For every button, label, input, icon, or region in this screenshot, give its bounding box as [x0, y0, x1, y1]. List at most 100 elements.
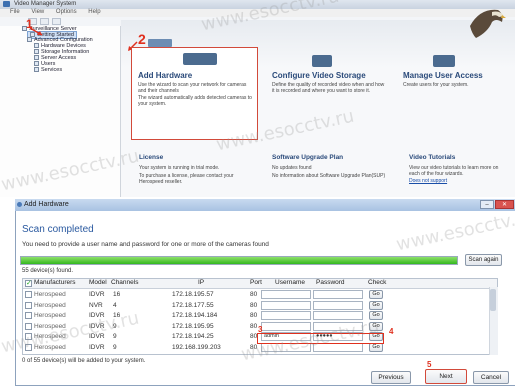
refresh-icon[interactable] [40, 18, 49, 25]
row-checkbox[interactable] [25, 333, 32, 340]
menu-file[interactable]: File [10, 9, 20, 15]
scrollbar-thumb[interactable] [490, 289, 496, 311]
username-input[interactable] [261, 290, 311, 299]
row-checkbox[interactable] [25, 343, 32, 351]
model-cell: IDVR [89, 343, 105, 351]
table-row[interactable]: Herospeed IDVR 9 192.168.199.203 80 Go [23, 342, 497, 353]
tutorials-line-1: View our video tutorials to learn more o… [409, 165, 499, 177]
cancel-button[interactable]: Cancel [473, 371, 509, 384]
menu-help[interactable]: Help [88, 9, 100, 15]
help-icon[interactable] [52, 18, 61, 25]
hardware-icon [34, 43, 39, 49]
column-header[interactable]: Check [368, 279, 386, 286]
column-header[interactable]: Password [316, 279, 345, 286]
upgrade-line-2: No information about Software Upgrade Pl… [272, 173, 386, 179]
column-header[interactable]: Port [250, 279, 262, 286]
manufacturer-cell: Herospeed [34, 312, 66, 319]
ip-cell: 172.18.195.57 [172, 291, 214, 298]
table-row[interactable]: Herospeed IDVR 16 172.18.194.184 80 Go [23, 311, 497, 321]
add-hardware-desc: Use the wizard to scan your network for … [138, 82, 247, 94]
username-input[interactable] [261, 300, 311, 310]
username-input[interactable] [261, 311, 311, 320]
go-button[interactable]: Go [369, 321, 383, 331]
users-group-icon [433, 55, 455, 67]
menu-options[interactable]: Options [56, 9, 77, 15]
port-cell: 80 [250, 322, 258, 330]
credentials-highlight [257, 333, 384, 344]
manufacturer-cell: Herospeed [34, 333, 66, 340]
license-line-2: To purchase a license, please contact yo… [139, 173, 234, 185]
next-button[interactable]: Next [425, 369, 467, 384]
upgrade-title: Software Upgrade Plan [272, 154, 344, 161]
dialog-title: Add Hardware [24, 201, 69, 208]
port-cell: 80 [250, 312, 258, 319]
menu-view[interactable]: View [31, 9, 44, 15]
column-header[interactable]: Channels [111, 279, 138, 286]
step-2-label: 2 [138, 31, 146, 47]
users-icon [34, 61, 39, 67]
devices-found-text: 55 device(s) found. [22, 268, 74, 274]
channels-cell: 9 [113, 333, 117, 340]
row-checkbox[interactable] [25, 301, 32, 309]
port-cell: 80 [250, 291, 258, 298]
ip-cell: 172.18.194.25 [172, 333, 214, 340]
select-all-checkbox[interactable]: ✓ [25, 280, 32, 287]
row-checkbox[interactable] [25, 312, 32, 319]
manage-users-desc: Create users for your system. [403, 82, 469, 88]
channels-cell: 16 [113, 312, 121, 319]
storage-servers-icon [312, 55, 332, 67]
manufacturer-cell: Herospeed [34, 301, 66, 309]
port-cell: 80 [250, 343, 258, 351]
password-input[interactable] [313, 321, 363, 331]
manage-users-title[interactable]: Manage User Access [403, 71, 483, 80]
access-icon [34, 55, 39, 61]
model-cell: IDVR [89, 291, 105, 298]
channels-cell: 16 [113, 291, 121, 298]
password-input[interactable] [313, 311, 363, 320]
license-title: License [139, 154, 164, 161]
go-button[interactable]: Go [369, 311, 383, 320]
manufacturer-cell: Herospeed [34, 322, 66, 330]
step-1-arrow [29, 27, 43, 36]
tree-item-services[interactable]: Services [34, 67, 62, 73]
upgrade-line-1: No updates found [272, 165, 312, 171]
main-window-title: Video Manager System [14, 1, 77, 7]
row-checkbox[interactable] [25, 291, 32, 298]
channels-cell: 9 [113, 343, 117, 351]
step-4-label: 4 [389, 327, 394, 336]
password-input[interactable] [313, 290, 363, 299]
table-row[interactable]: Herospeed NVR 4 172.18.177.55 80 Go [23, 300, 497, 311]
column-header[interactable]: IP [198, 279, 204, 286]
minimize-button[interactable]: – [480, 200, 494, 209]
model-cell: IDVR [89, 312, 105, 319]
go-button[interactable]: Go [369, 300, 383, 310]
storage-icon [34, 49, 39, 55]
ip-cell: 172.18.177.55 [172, 301, 214, 309]
hardware-camera-icon [183, 53, 217, 65]
ip-cell: 192.168.199.203 [172, 343, 221, 351]
column-header[interactable]: Model [89, 279, 107, 286]
row-checkbox[interactable] [25, 322, 32, 330]
configure-storage-title[interactable]: Configure Video Storage [272, 71, 366, 80]
scan-progress-bar [20, 256, 458, 265]
previous-button[interactable]: Previous [371, 371, 411, 384]
close-button[interactable]: ✕ [495, 200, 514, 209]
services-icon [34, 67, 39, 73]
channels-cell: 9 [113, 322, 117, 330]
scan-description: You need to provide a user name and pass… [22, 241, 269, 248]
port-cell: 80 [250, 301, 258, 309]
username-input[interactable] [261, 321, 311, 331]
menu-bar: File View Options Help [0, 9, 515, 17]
tutorials-link[interactable]: Does not support [409, 178, 447, 184]
password-input[interactable] [313, 300, 363, 310]
toolbar [0, 17, 120, 26]
tutorials-title: Video Tutorials [409, 154, 456, 161]
go-button[interactable]: Go [369, 290, 383, 299]
column-header[interactable]: Manufacturers [34, 279, 76, 286]
configure-storage-desc: Define the quality of recorded video whe… [272, 82, 385, 94]
scan-again-button[interactable]: Scan again [465, 254, 502, 266]
column-header[interactable]: Username [275, 279, 305, 286]
scan-heading: Scan completed [22, 224, 94, 235]
scan-progress-fill [21, 257, 457, 264]
table-row[interactable]: Herospeed IDVR 16 172.18.195.57 80 Go [23, 290, 497, 300]
